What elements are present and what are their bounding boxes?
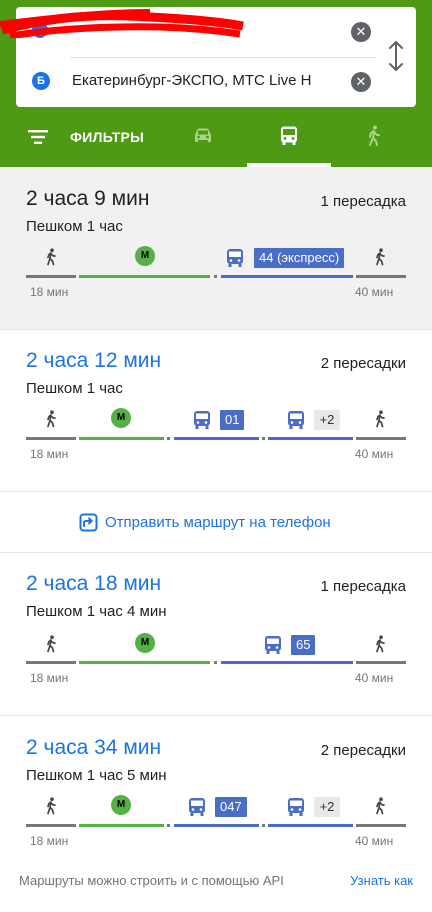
route-walk-time: Пешком 1 час bbox=[26, 380, 123, 397]
walk-icon[interactable] bbox=[362, 124, 386, 148]
transfer-dot bbox=[262, 824, 265, 827]
learn-how-link[interactable]: Узнать как bbox=[350, 873, 413, 888]
walk-icon bbox=[47, 410, 56, 428]
bus-segment bbox=[268, 437, 353, 440]
metro-segment bbox=[79, 275, 210, 278]
bus-icon bbox=[288, 798, 304, 816]
bus-route-badge: 44 (экспресс) bbox=[254, 248, 345, 268]
route-walk-time: Пешком 1 час 5 мин bbox=[26, 767, 167, 784]
walk-icon bbox=[376, 248, 385, 266]
bus-icon bbox=[189, 798, 205, 816]
walk-segment bbox=[356, 275, 406, 278]
metro-icon: М bbox=[135, 633, 155, 653]
route-transfers: 2 пересадки bbox=[320, 355, 406, 372]
bus-icon bbox=[227, 249, 243, 267]
car-icon[interactable] bbox=[191, 124, 215, 148]
transfer-dot bbox=[167, 437, 170, 440]
walk-segment bbox=[26, 824, 76, 827]
bus-segment bbox=[174, 824, 259, 827]
point-b-marker: Б bbox=[32, 72, 50, 90]
route-transfers: 2 пересадки bbox=[320, 742, 406, 759]
clear-origin-button[interactable]: ✕ bbox=[351, 22, 371, 42]
metro-segment bbox=[79, 437, 164, 440]
walk-segment bbox=[356, 824, 406, 827]
more-transfers-badge: +2 bbox=[314, 410, 340, 430]
end-walk-duration: 40 мин bbox=[355, 834, 394, 848]
metro-icon: М bbox=[135, 246, 155, 266]
clear-destination-button[interactable]: ✕ bbox=[351, 72, 371, 92]
bus-route-badge: 01 bbox=[220, 410, 245, 430]
walk-icon bbox=[376, 635, 385, 653]
bus-route-badge: 65 bbox=[291, 635, 316, 655]
send-route-to-phone-button[interactable]: Отправить маршрут на телефон bbox=[79, 511, 331, 533]
route-time: 2 часа 34 мин bbox=[26, 736, 162, 759]
route-option-1[interactable]: 2 часа 9 мин 1 пересадка Пешком 1 час М … bbox=[0, 167, 432, 329]
bus-icon bbox=[288, 411, 304, 429]
walk-segment bbox=[356, 661, 406, 664]
bus-route-badge: 047 bbox=[215, 797, 247, 817]
walk-segment bbox=[26, 275, 76, 278]
route-transfers: 1 пересадка bbox=[320, 578, 407, 595]
route-option-2[interactable]: 2 часа 12 мин 2 пересадки Пешком 1 час М… bbox=[0, 330, 432, 491]
start-walk-duration: 18 мин bbox=[30, 671, 69, 685]
end-walk-duration: 40 мин bbox=[355, 671, 394, 685]
walk-icon bbox=[47, 248, 56, 266]
send-to-phone-icon bbox=[79, 513, 98, 531]
end-walk-duration: 40 мин bbox=[355, 447, 394, 461]
more-transfers-badge: +2 bbox=[314, 797, 340, 817]
filter-icon bbox=[28, 130, 48, 144]
route-header: ✕ Б Екатеринбург-ЭКСПО, МТС Live H ✕ ФИЛ… bbox=[0, 0, 432, 167]
bus-icon bbox=[194, 411, 210, 429]
transfer-dot bbox=[214, 275, 217, 278]
bus-icon[interactable] bbox=[277, 124, 301, 148]
redaction-scribble bbox=[0, 9, 244, 38]
bus-segment bbox=[221, 661, 353, 664]
field-separator bbox=[70, 57, 376, 58]
route-option-3[interactable]: 2 часа 18 мин 1 пересадка Пешком 1 час 4… bbox=[0, 553, 432, 715]
metro-segment bbox=[79, 661, 210, 664]
walk-icon bbox=[376, 797, 385, 815]
swap-icon[interactable] bbox=[386, 38, 406, 74]
start-walk-duration: 18 мин bbox=[30, 285, 69, 299]
route-time: 2 часа 18 мин bbox=[26, 572, 162, 595]
walk-segment bbox=[356, 437, 406, 440]
bus-segment bbox=[174, 437, 259, 440]
start-walk-duration: 18 мин bbox=[30, 447, 69, 461]
route-option-4[interactable]: 2 часа 34 мин 2 пересадки Пешком 1 час 5… bbox=[0, 716, 432, 852]
route-walk-time: Пешком 1 час bbox=[26, 218, 123, 235]
route-walk-time: Пешком 1 час 4 мин bbox=[26, 603, 167, 620]
walk-icon bbox=[47, 797, 56, 815]
destination-input[interactable]: Екатеринбург-ЭКСПО, МТС Live H bbox=[72, 72, 340, 89]
send-route-label: Отправить маршрут на телефон bbox=[105, 513, 331, 531]
bus-segment bbox=[221, 275, 353, 278]
bus-segment bbox=[268, 824, 353, 827]
filters-button[interactable]: ФИЛЬТРЫ bbox=[28, 126, 144, 148]
walk-segment bbox=[26, 661, 76, 664]
filters-label: ФИЛЬТРЫ bbox=[70, 129, 145, 145]
route-time: 2 часа 9 мин bbox=[26, 187, 150, 210]
api-footer-text: Маршруты можно строить и с помощью API bbox=[19, 873, 284, 888]
divider bbox=[0, 491, 432, 492]
transfer-dot bbox=[167, 824, 170, 827]
metro-icon: М bbox=[111, 795, 131, 815]
walk-segment bbox=[26, 437, 76, 440]
transfer-dot bbox=[262, 437, 265, 440]
walk-icon bbox=[376, 410, 385, 428]
route-time: 2 часа 12 мин bbox=[26, 349, 162, 372]
bus-icon bbox=[265, 636, 281, 654]
end-walk-duration: 40 мин bbox=[355, 285, 394, 299]
walk-icon bbox=[47, 635, 56, 653]
metro-icon: М bbox=[111, 408, 131, 428]
start-walk-duration: 18 мин bbox=[30, 834, 69, 848]
transfer-dot bbox=[214, 661, 217, 664]
route-transfers: 1 пересадка bbox=[320, 193, 407, 210]
metro-segment bbox=[79, 824, 164, 827]
